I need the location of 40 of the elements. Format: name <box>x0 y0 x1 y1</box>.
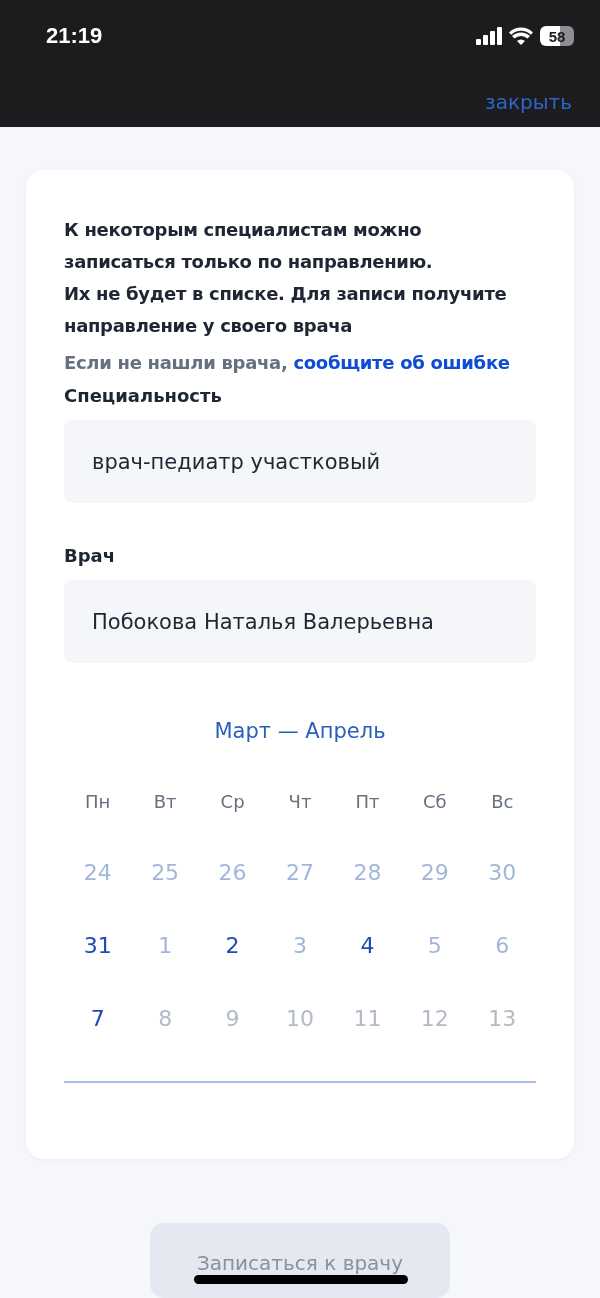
report-text: Если не нашли врача, сообщите об ошибке <box>64 352 511 374</box>
calendar-day: 13 <box>488 1006 517 1032</box>
calendar-day: 27 <box>286 860 314 886</box>
wifi-icon <box>509 27 533 45</box>
weekday-label: Вт <box>153 791 177 813</box>
calendar-day: 9 <box>225 1006 240 1032</box>
calendar-day: 24 <box>83 860 112 886</box>
calendar-day: 12 <box>420 1006 449 1032</box>
weekday-label: Вс <box>491 791 514 813</box>
weekday-label: Чт <box>288 791 312 813</box>
weekday-label: Сб <box>423 791 447 813</box>
calendar-day[interactable]: 2 <box>225 933 240 959</box>
calendar-day[interactable]: 31 <box>83 933 112 959</box>
signal-icon <box>476 27 502 45</box>
weekday-label: Ср <box>220 791 245 813</box>
calendar-day: 6 <box>495 933 510 959</box>
calendar-day: 11 <box>353 1006 382 1032</box>
calendar-day[interactable]: 4 <box>360 933 375 959</box>
battery-icon: 58 <box>540 26 574 46</box>
calendar-day: 5 <box>427 933 442 959</box>
calendar-day: 3 <box>293 933 307 959</box>
calendar-day: 28 <box>353 860 382 886</box>
status-time: 21:19 <box>46 23 103 49</box>
referral-notice: К некоторым специалистам можно записаться только по направлению. Их не будет в списке. Для записи получите направление у своего врача <box>64 218 508 339</box>
select-field[interactable]: врач-педиатр участковый <box>64 420 536 504</box>
calendar-day: 26 <box>218 860 247 886</box>
field-label: Специальность <box>64 385 223 407</box>
calendar-day: 1 <box>158 933 173 959</box>
weekday-label: Пт <box>355 791 380 813</box>
report-error-link[interactable]: сообщите об ошибке <box>293 352 510 374</box>
calendar-day: 10 <box>286 1006 314 1032</box>
calendar-day: 30 <box>488 860 517 886</box>
calendar-day[interactable]: 7 <box>90 1006 105 1032</box>
field-label: Врач <box>64 545 117 567</box>
calendar-day: 29 <box>420 860 449 886</box>
weekday-label: Пн <box>85 791 111 813</box>
calendar-title: Март — Апрель <box>214 719 386 744</box>
calendar-day: 8 <box>158 1006 173 1032</box>
calendar-day: 25 <box>151 860 180 886</box>
select-field[interactable]: Побокова Наталья Валерьевна <box>64 580 536 664</box>
